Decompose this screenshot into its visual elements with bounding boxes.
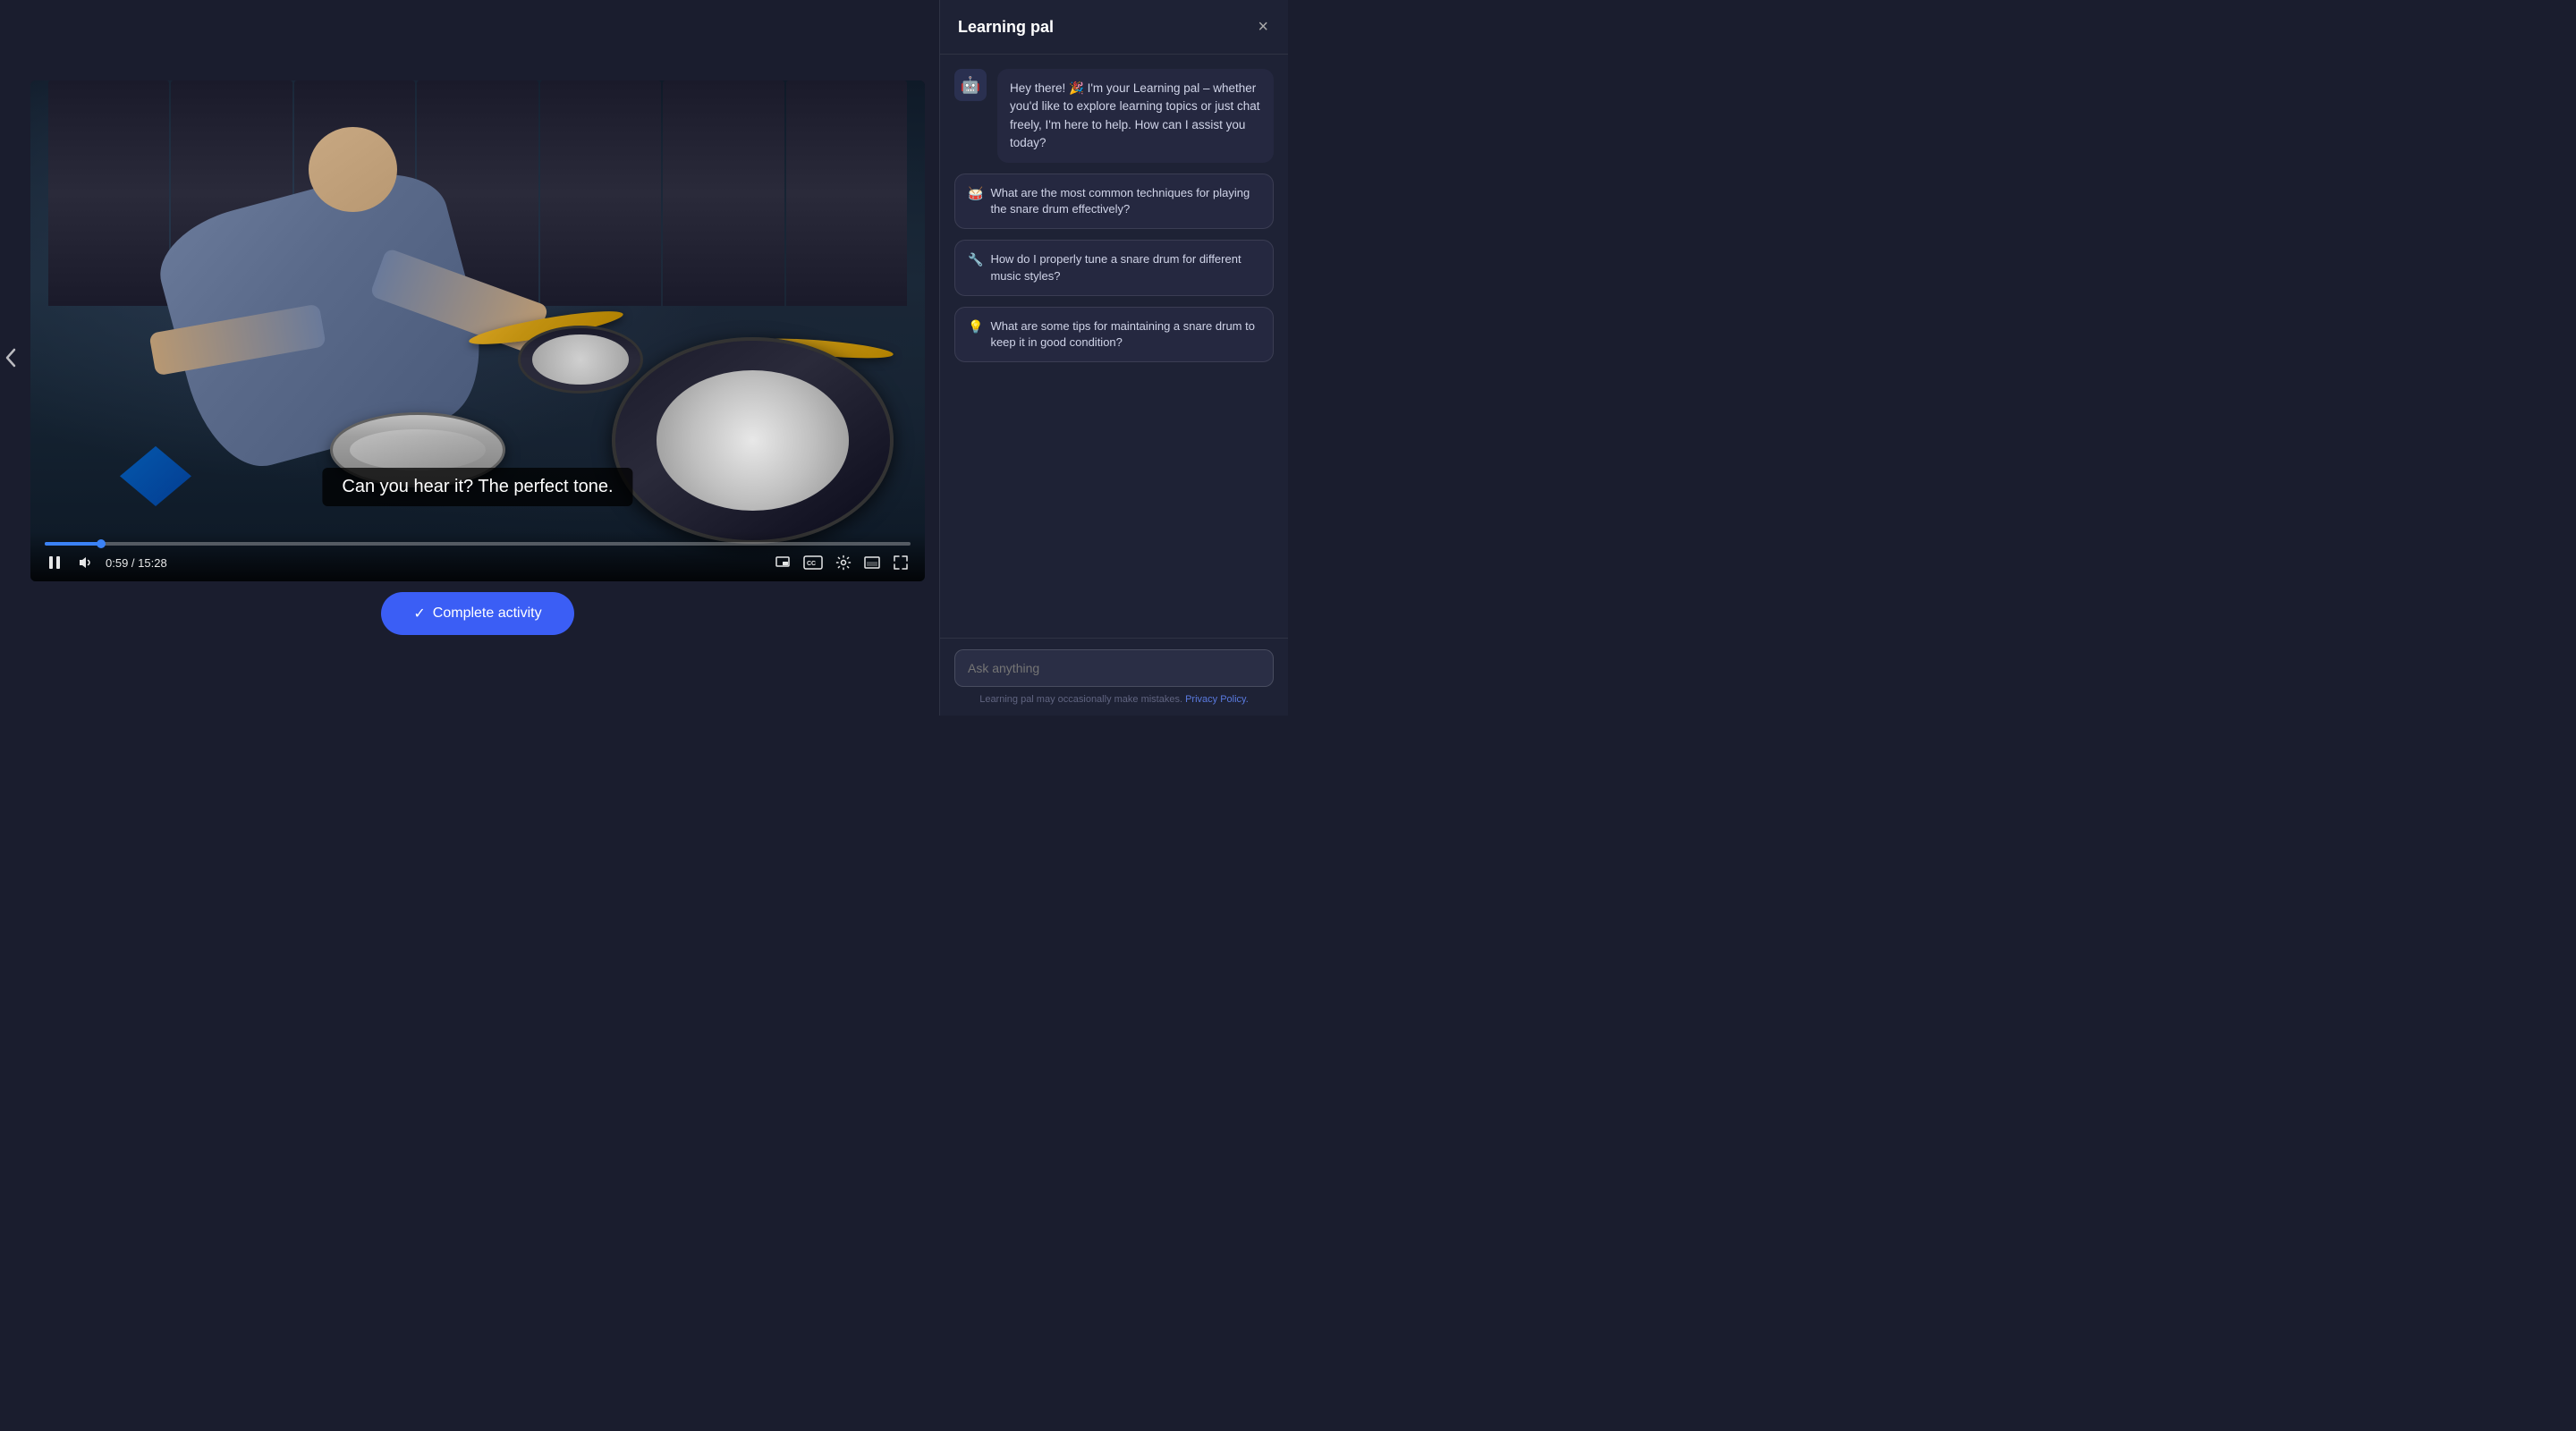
suggestion-chip-2[interactable]: 🔧 How do I properly tune a snare drum fo… xyxy=(954,240,1274,295)
panel-body: 🤖 Hey there! 🎉 I'm your Learning pal – w… xyxy=(940,55,1288,638)
video-subtitle: Can you hear it? The perfect tone. xyxy=(322,468,632,506)
panel-title: Learning pal xyxy=(958,18,1054,37)
drum-kit xyxy=(299,206,925,581)
check-icon: ✓ xyxy=(413,605,425,622)
close-panel-button[interactable]: × xyxy=(1256,16,1270,38)
theater-button[interactable] xyxy=(862,555,882,571)
panel-header: Learning pal × xyxy=(940,0,1288,55)
svg-text:CC: CC xyxy=(807,561,816,567)
drummer-scene xyxy=(30,80,925,581)
chip-icon-2: 🔧 xyxy=(968,251,983,269)
captions-button[interactable]: CC xyxy=(801,554,825,572)
complete-activity-wrapper: ✓ Complete activity xyxy=(381,592,573,635)
video-wrapper: Can you hear it? The perfect tone. xyxy=(30,80,925,581)
volume-button[interactable] xyxy=(75,553,95,572)
bass-drum xyxy=(612,337,894,544)
bot-text: Hey there! 🎉 I'm your Learning pal – whe… xyxy=(997,69,1274,163)
privacy-link[interactable]: Privacy Policy. xyxy=(1185,694,1249,705)
controls-row: 0:59 / 15:28 xyxy=(45,553,911,572)
bot-avatar: 🤖 xyxy=(954,69,987,101)
bot-message: 🤖 Hey there! 🎉 I'm your Learning pal – w… xyxy=(954,69,1274,163)
progress-fill xyxy=(45,542,101,546)
suggestion-chip-1[interactable]: 🥁 What are the most common techniques fo… xyxy=(954,174,1274,229)
suggestion-chip-3[interactable]: 💡 What are some tips for maintaining a s… xyxy=(954,307,1274,362)
tom-drum xyxy=(518,326,643,394)
learning-pal-panel: Learning pal × 🤖 Hey there! 🎉 I'm your L… xyxy=(939,0,1288,716)
footer-disclaimer: Learning pal may occasionally make mista… xyxy=(954,694,1274,705)
video-controls: 0:59 / 15:28 xyxy=(30,531,925,581)
chip-icon-3: 💡 xyxy=(968,318,983,336)
logo-watermark xyxy=(120,446,191,506)
video-container: Can you hear it? The perfect tone. xyxy=(0,0,939,716)
complete-activity-button[interactable]: ✓ Complete activity xyxy=(381,592,573,635)
video-frame[interactable]: Can you hear it? The perfect tone. xyxy=(30,80,925,581)
fullscreen-button[interactable] xyxy=(891,553,911,572)
controls-right: CC xyxy=(773,553,911,572)
time-display: 0:59 / 15:28 xyxy=(106,556,167,570)
ask-input[interactable] xyxy=(954,649,1274,687)
back-arrow[interactable] xyxy=(0,331,21,385)
controls-left: 0:59 / 15:28 xyxy=(45,553,167,572)
panel-footer: Learning pal may occasionally make mista… xyxy=(940,638,1288,716)
miniplayer-button[interactable] xyxy=(773,553,792,572)
chip-icon-1: 🥁 xyxy=(968,185,983,203)
progress-bar[interactable] xyxy=(45,542,911,546)
pause-button[interactable] xyxy=(45,553,64,572)
settings-button[interactable] xyxy=(834,553,853,572)
